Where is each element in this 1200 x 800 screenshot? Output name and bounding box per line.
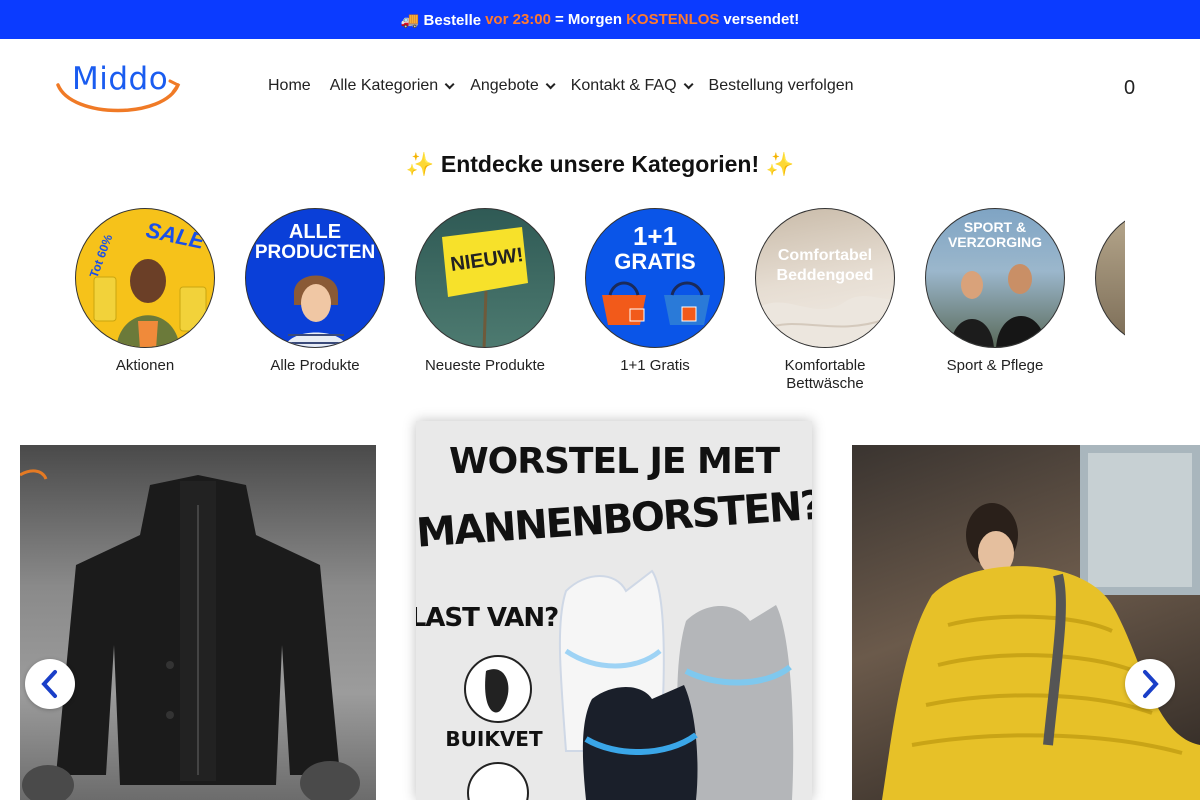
categories-title: ✨ Entdecke unsere Kategorien! ✨ xyxy=(0,151,1200,178)
announcement-deadline: vor 23:00 xyxy=(485,11,551,28)
category-image-partial xyxy=(1095,208,1125,348)
category-bedding-image-text-1: Comfortabel xyxy=(777,247,873,264)
category-alle-image-text-1: ALLE xyxy=(288,221,342,243)
category-label-1-plus-1-gratis: 1+1 Gratis xyxy=(620,357,690,374)
nav-home[interactable]: Home xyxy=(268,77,311,95)
categories-title-text: Entdecke unsere Kategorien! xyxy=(440,151,760,177)
chevron-left-icon xyxy=(41,670,57,698)
banner-slide-coat[interactable] xyxy=(20,445,376,800)
sparkle-icon: ✨ xyxy=(405,151,435,177)
announcement-free: KOSTENLOS xyxy=(626,11,720,28)
logo[interactable]: Middo xyxy=(52,61,184,117)
category-image-1-plus-1-gratis: 1+1 GRATIS xyxy=(585,208,725,348)
category-komfortable-bettwaesche[interactable]: Comfortabel Beddengoed Komfortable Bettw… xyxy=(755,208,895,393)
banner-slide-blanket[interactable] xyxy=(852,445,1200,800)
category-image-neueste-produkte: NIEUW! xyxy=(415,208,555,348)
chevron-down-icon xyxy=(444,78,455,89)
chevron-right-icon xyxy=(1143,670,1159,698)
nav-kontakt-faq[interactable]: Kontakt & FAQ xyxy=(570,77,694,95)
category-image-alle-produkte: ALLE PRODUCTEN xyxy=(245,208,385,348)
category-gratis-image-text-1: 1+1 xyxy=(632,221,678,251)
nav-bestellung-verfolgen[interactable]: Bestellung verfolgen xyxy=(709,77,854,95)
category-alle-produkte[interactable]: ALLE PRODUCTEN Alle Produkte xyxy=(245,208,385,375)
category-alle-image-text-2: PRODUCTEN xyxy=(254,242,376,263)
nav-home-label: Home xyxy=(268,77,311,94)
sparkle-icon: ✨ xyxy=(765,151,795,177)
category-label-sport-pflege: Sport & Pflege xyxy=(946,357,1044,374)
announcement-text-3: versendet! xyxy=(723,11,800,28)
blanket-image xyxy=(882,445,1200,800)
category-image-bettwaesche: Comfortabel Beddengoed xyxy=(755,208,895,348)
main-nav: Home Alle Kategorien Angebote Kontakt & … xyxy=(268,77,873,95)
category-1-plus-1-gratis[interactable]: 1+1 GRATIS 1+1 Gratis xyxy=(585,208,725,375)
category-carousel: SALE Tot 60% Aktionen ALLE PRODUCTEN All… xyxy=(75,208,1125,408)
nav-bestellung-verfolgen-label: Bestellung verfolgen xyxy=(708,77,854,94)
site-header: Middo Home Alle Kategorien Angebote Kont… xyxy=(0,39,1200,139)
banner-slide-shapewear[interactable]: WORSTEL JE MET MANNENBORSTEN? LAST VAN? … xyxy=(416,421,812,800)
nav-alle-kategorien[interactable]: Alle Kategorien xyxy=(329,77,455,95)
announcement-text-1: 🚚 Bestelle xyxy=(400,11,482,29)
category-gratis-image-text-2: GRATIS xyxy=(614,249,696,274)
cart-count[interactable]: 0 xyxy=(1124,77,1135,100)
announcement-text-2: = Morgen xyxy=(554,11,623,28)
category-label-aktionen: Aktionen xyxy=(115,357,175,374)
chevron-down-icon xyxy=(683,78,694,89)
category-bedding-image-text-2: Beddengoed xyxy=(776,267,874,284)
category-neueste-produkte[interactable]: NIEUW! Neueste Produkte xyxy=(415,208,555,375)
category-partial[interactable] xyxy=(1095,208,1125,348)
category-sport-image-text-1: SPORT & xyxy=(963,219,1027,235)
carousel-prev-button[interactable] xyxy=(25,659,75,709)
announcement-bar: 🚚 Bestelle vor 23:00 = Morgen KOSTENLOS … xyxy=(0,0,1200,39)
category-label-alle-produkte: Alle Produkte xyxy=(270,357,360,374)
category-sport-image-text-2: VERZORGING xyxy=(947,234,1043,250)
category-label-neueste-produkte: Neueste Produkte xyxy=(424,357,546,374)
nav-kontakt-faq-label: Kontakt & FAQ xyxy=(570,77,677,94)
carousel-next-button[interactable] xyxy=(1125,659,1175,709)
category-aktionen[interactable]: SALE Tot 60% Aktionen xyxy=(75,208,215,375)
category-image-sport-pflege: SPORT & VERZORGING xyxy=(925,208,1065,348)
nav-angebote[interactable]: Angebote xyxy=(470,77,556,95)
category-label-bettwaesche: Komfortable Bettwäsche xyxy=(784,357,866,392)
coat-image xyxy=(20,469,360,800)
shapewear-image xyxy=(464,569,794,800)
nav-alle-kategorien-label: Alle Kategorien xyxy=(329,77,439,94)
nav-angebote-label: Angebote xyxy=(470,77,539,94)
logo-text: Middo xyxy=(72,61,169,97)
chevron-down-icon xyxy=(545,78,556,89)
category-image-aktionen: SALE Tot 60% xyxy=(75,208,215,348)
category-sport-pflege[interactable]: SPORT & VERZORGING Sport & Pflege xyxy=(925,208,1065,375)
